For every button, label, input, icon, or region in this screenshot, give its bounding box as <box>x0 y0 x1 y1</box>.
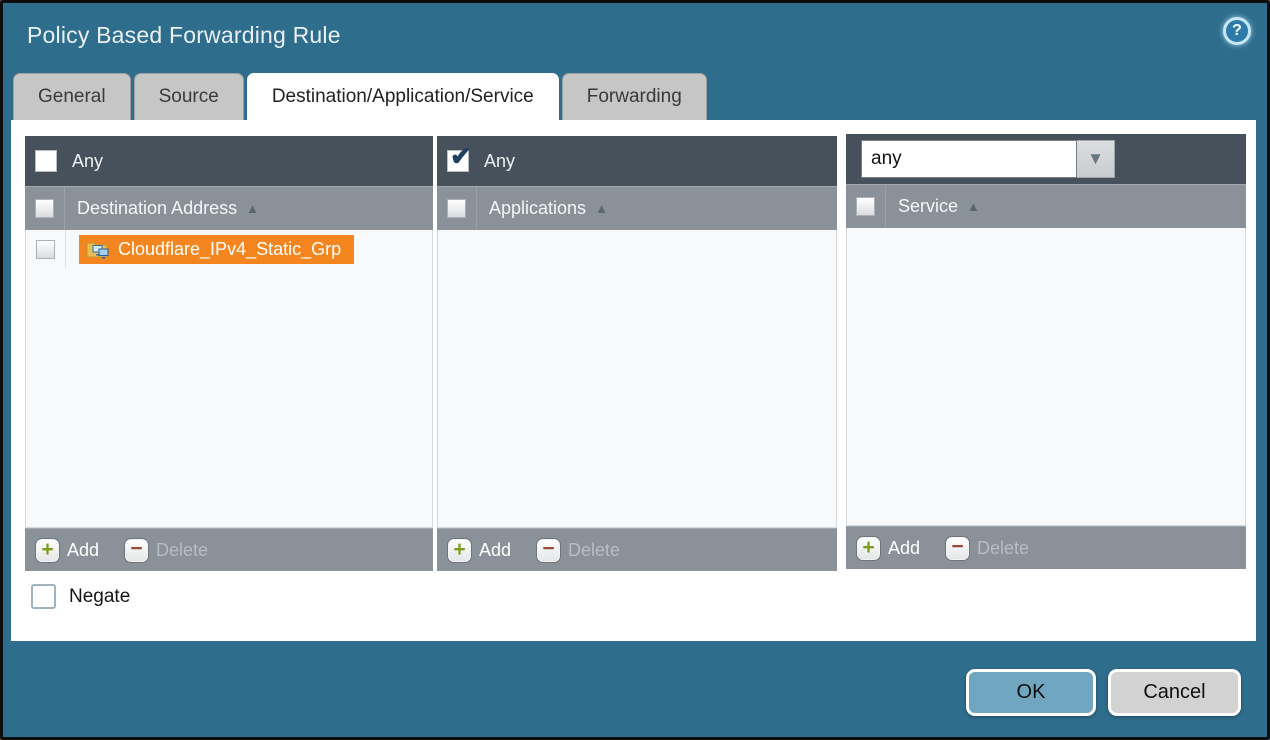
sort-asc-icon: ▲ <box>967 199 980 214</box>
sort-asc-icon: ▲ <box>246 201 259 216</box>
destination-address-list: Cloudflare_IPv4_Static_Grp <box>25 230 433 528</box>
applications-add-button[interactable]: + Add <box>448 539 511 562</box>
delete-button-label: Delete <box>156 540 208 561</box>
address-group-icon <box>86 239 110 259</box>
destination-address-item[interactable]: Cloudflare_IPv4_Static_Grp <box>79 235 354 264</box>
destination-item-label: Cloudflare_IPv4_Static_Grp <box>118 239 341 260</box>
destination-column-header: Destination Address ▲ <box>25 186 433 230</box>
add-plus-icon: + <box>857 537 880 560</box>
applications-delete-button[interactable]: − Delete <box>537 539 620 562</box>
destination-any-checkbox[interactable] <box>35 150 57 172</box>
applications-column-header: Applications ▲ <box>437 186 837 230</box>
checkmark-icon: ✔ <box>450 143 472 169</box>
destination-add-button[interactable]: + Add <box>36 539 99 562</box>
service-select-all-checkbox[interactable] <box>856 197 875 216</box>
tab-bar: General Source Destination/Application/S… <box>13 73 707 120</box>
destination-any-label: Any <box>72 151 103 172</box>
chevron-down-icon: ▼ <box>1087 149 1104 169</box>
negate-label: Negate <box>69 586 130 608</box>
add-plus-icon: + <box>448 539 471 562</box>
add-button-label: Add <box>67 540 99 561</box>
service-column-header: Service ▲ <box>846 184 1246 228</box>
applications-select-all-cell <box>437 187 477 230</box>
delete-minus-icon: − <box>537 539 560 562</box>
applications-list <box>437 230 837 528</box>
service-delete-button[interactable]: − Delete <box>946 537 1029 560</box>
destination-footer-bar: + Add − Delete <box>25 528 433 571</box>
service-select-all-cell <box>846 185 886 228</box>
tab-forwarding[interactable]: Forwarding <box>562 73 707 120</box>
destination-header-label: Destination Address <box>77 198 237 219</box>
service-column: any ▼ Service ▲ + Add − Delete <box>846 134 1246 569</box>
applications-any-label: Any <box>484 151 515 172</box>
applications-sort-header[interactable]: Applications ▲ <box>489 198 608 219</box>
service-dropdown-bar: any ▼ <box>846 134 1246 184</box>
destination-select-all-cell <box>25 187 65 230</box>
service-dropdown-value[interactable]: any <box>861 140 1077 178</box>
service-add-button[interactable]: + Add <box>857 537 920 560</box>
destination-address-sort-header[interactable]: Destination Address ▲ <box>77 198 259 219</box>
dialog-title: Policy Based Forwarding Rule <box>27 22 341 49</box>
delete-button-label: Delete <box>568 540 620 561</box>
service-dropdown: any ▼ <box>861 140 1115 178</box>
destination-item-checkbox-cell <box>26 230 66 268</box>
add-button-label: Add <box>888 538 920 559</box>
negate-checkbox[interactable] <box>31 584 56 609</box>
ok-button[interactable]: OK <box>966 669 1096 716</box>
applications-footer-bar: + Add − Delete <box>437 528 837 571</box>
service-header-label: Service <box>898 196 958 217</box>
delete-minus-icon: − <box>125 539 148 562</box>
tab-source[interactable]: Source <box>134 73 244 120</box>
add-button-label: Add <box>479 540 511 561</box>
applications-header-label: Applications <box>489 198 586 219</box>
service-list <box>846 228 1246 526</box>
tab-content-panel: Any Destination Address ▲ <box>11 120 1256 641</box>
delete-minus-icon: − <box>946 537 969 560</box>
destination-address-column: Any Destination Address ▲ <box>25 136 433 571</box>
table-row: Cloudflare_IPv4_Static_Grp <box>26 230 432 268</box>
service-footer-bar: + Add − Delete <box>846 526 1246 569</box>
applications-select-all-checkbox[interactable] <box>447 199 466 218</box>
tab-destination-application-service[interactable]: Destination/Application/Service <box>247 73 559 120</box>
destination-delete-button[interactable]: − Delete <box>125 539 208 562</box>
applications-any-checkbox[interactable]: ✔ <box>447 150 469 172</box>
service-dropdown-button[interactable]: ▼ <box>1077 140 1115 178</box>
service-sort-header[interactable]: Service ▲ <box>898 196 980 217</box>
destination-item-checkbox[interactable] <box>36 240 55 259</box>
destination-any-bar: Any <box>25 136 433 186</box>
help-icon[interactable]: ? <box>1223 17 1251 45</box>
destination-select-all-checkbox[interactable] <box>35 199 54 218</box>
add-plus-icon: + <box>36 539 59 562</box>
negate-row: Negate <box>31 584 130 609</box>
applications-any-bar: ✔ Any <box>437 136 837 186</box>
policy-based-forwarding-rule-dialog: Policy Based Forwarding Rule ? General S… <box>0 0 1270 740</box>
sort-asc-icon: ▲ <box>595 201 608 216</box>
cancel-button[interactable]: Cancel <box>1108 669 1241 716</box>
tab-general[interactable]: General <box>13 73 131 120</box>
delete-button-label: Delete <box>977 538 1029 559</box>
applications-column: ✔ Any Applications ▲ + Add − Delete <box>437 136 837 571</box>
